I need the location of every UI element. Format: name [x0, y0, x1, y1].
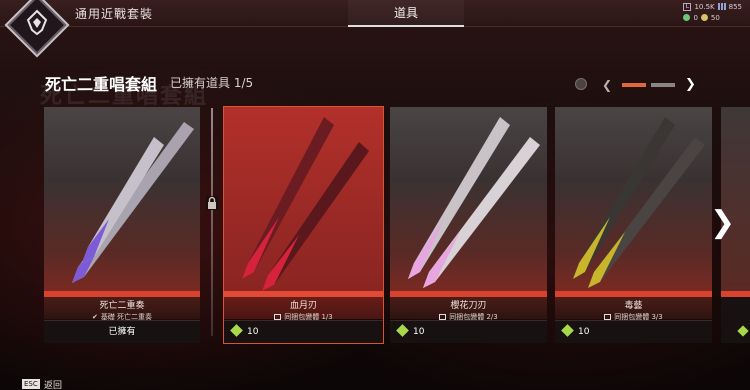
- scroll-right-chevron-icon[interactable]: ❯: [710, 205, 735, 240]
- lock-icon: [206, 196, 218, 210]
- chevron-left-icon[interactable]: ❮: [602, 78, 612, 92]
- currency-panel: L 10.5K 855 0 50: [683, 1, 742, 23]
- item-card-death-duet[interactable]: 死亡二重奏 ✔ 基礎 死亡二重奏 已擁有: [44, 107, 200, 343]
- owned-count: 已擁有道具 1/5: [170, 76, 254, 90]
- item-card-blood-moon[interactable]: 血月刃 同捆包變體 1/3 10: [223, 106, 384, 344]
- crafting-metals-icon: [717, 3, 726, 10]
- price-value: 10: [578, 327, 590, 337]
- crafting-gem-icon: [230, 324, 243, 337]
- dual-blades-icon: [573, 117, 705, 288]
- owned-status: 已擁有: [44, 320, 200, 343]
- gold-currency-value: 50: [710, 13, 720, 22]
- card-label: 死亡二重奏 ✔ 基礎 死亡二重奏: [44, 297, 200, 321]
- breadcrumb[interactable]: 通用近戰套裝: [75, 5, 153, 22]
- back-button[interactable]: 返回: [44, 378, 62, 390]
- item-card-venom[interactable]: 毒藝 同捆包變體 3/3 10: [555, 107, 712, 343]
- card-label: 毒藝 同捆包變體 3/3: [555, 297, 712, 321]
- pager: ❮ ❯: [575, 77, 705, 92]
- esc-key-icon: ESC: [22, 379, 40, 389]
- gold-currency-icon: [700, 14, 708, 21]
- legend-tokens-icon: L: [683, 2, 692, 11]
- item-card-cherry-blossom[interactable]: 櫻花刀刃 同捆包變體 2/3 10: [390, 107, 547, 343]
- item-art: [224, 107, 383, 291]
- item-art: [721, 107, 750, 291]
- page-indicator-inactive[interactable]: [651, 83, 675, 87]
- item-name: 櫻花刀刃: [450, 301, 487, 311]
- dual-blades-icon: [242, 117, 369, 291]
- crafting-gem-icon: [561, 324, 574, 337]
- price[interactable]: 10: [390, 320, 547, 343]
- card-label: 櫻花刀刃 同捆包變體 2/3: [390, 297, 547, 321]
- crafting-gem-icon: [396, 324, 409, 337]
- chevron-right-icon[interactable]: ❯: [685, 77, 696, 92]
- green-currency-icon: [683, 14, 691, 21]
- page-indicator-active[interactable]: [622, 83, 646, 87]
- price[interactable]: 10: [555, 320, 712, 343]
- set-title: 死亡二重唱套組: [45, 75, 158, 94]
- price-value: 10: [413, 327, 425, 337]
- green-currency-value: 0: [693, 13, 698, 22]
- price[interactable]: 10: [224, 320, 383, 343]
- item-name: 血月刃: [289, 301, 317, 311]
- section-divider: [211, 108, 213, 336]
- item-name: 死亡二重奏: [99, 301, 145, 311]
- tab-items[interactable]: 道具: [348, 0, 464, 27]
- price-value: 10: [247, 327, 259, 337]
- legend-tokens-value: 10.5K: [694, 2, 715, 11]
- set-icon: [575, 78, 587, 90]
- skull-crest-icon: [26, 9, 48, 36]
- dual-blades-icon: [408, 117, 540, 288]
- card-footer: [721, 297, 750, 343]
- card-label: 血月刃 同捆包變體 1/3: [224, 297, 383, 321]
- item-name: 毒藝: [624, 301, 643, 311]
- item-art: [390, 107, 547, 291]
- item-art: [44, 107, 200, 291]
- crafting-metals-value: 855: [728, 2, 742, 11]
- dual-blades-icon: [72, 122, 194, 283]
- item-art: [555, 107, 712, 291]
